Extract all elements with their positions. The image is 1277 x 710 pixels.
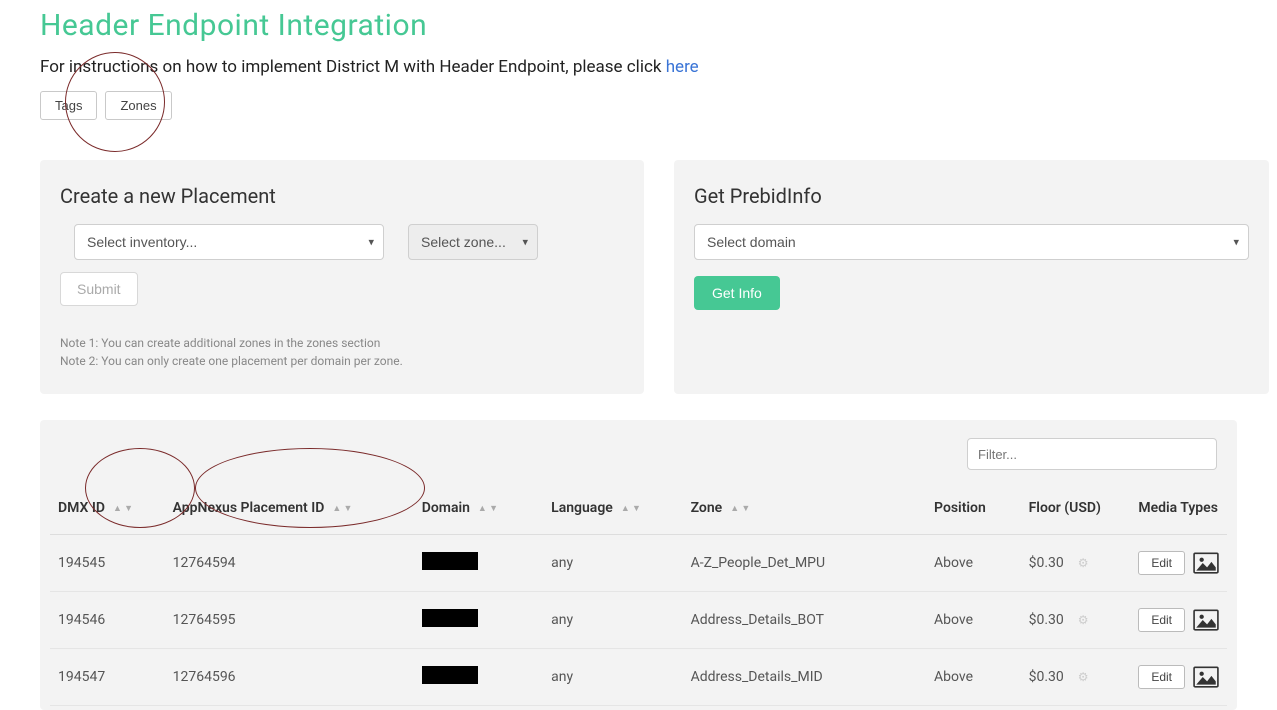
sort-icon[interactable]: ▲ ▼ — [113, 503, 133, 514]
sort-icon[interactable]: ▲ ▼ — [332, 503, 352, 514]
cell-dmx: 194546 — [50, 592, 165, 649]
select-domain[interactable]: Select domain — [694, 224, 1249, 260]
col-media-types: Media Types — [1130, 488, 1227, 535]
cell-zone: Address_Details_MID — [683, 649, 926, 706]
cell-floor: $0.30⚙ — [1021, 649, 1131, 706]
cell-zone: Address_Details_BOT — [683, 592, 926, 649]
select-zone[interactable]: Select zone... — [408, 224, 538, 260]
col-floor: Floor (USD) — [1021, 488, 1131, 535]
cell-dmx: 194545 — [50, 535, 165, 592]
cell-dmx: 194547 — [50, 649, 165, 706]
gear-icon[interactable]: ⚙ — [1078, 613, 1089, 627]
cell-language: any — [543, 535, 682, 592]
cell-position: Above — [926, 592, 1021, 649]
instruction-text: For instructions on how to implement Dis… — [40, 57, 1237, 77]
redacted-domain — [422, 552, 478, 570]
tab-tags[interactable]: Tags — [40, 91, 97, 120]
col-position: Position — [926, 488, 1021, 535]
placements-table: DMX ID▲ ▼ AppNexus Placement ID▲ ▼ Domai… — [50, 488, 1227, 706]
sort-icon[interactable]: ▲ ▼ — [478, 503, 498, 514]
cell-media-types: Edit — [1130, 649, 1227, 706]
cell-language: any — [543, 649, 682, 706]
cell-domain — [414, 592, 543, 649]
cell-appnexus: 12764594 — [165, 535, 414, 592]
note-2: Note 2: You can only create one placemen… — [60, 352, 624, 370]
tab-zones[interactable]: Zones — [105, 91, 171, 120]
select-inventory[interactable]: Select inventory... — [74, 224, 384, 260]
gear-icon[interactable]: ⚙ — [1078, 670, 1089, 684]
image-icon — [1193, 666, 1219, 688]
submit-button[interactable]: Submit — [60, 272, 138, 306]
prebid-panel: Get PrebidInfo Select domain Get Info — [674, 160, 1269, 394]
create-placement-title: Create a new Placement — [60, 184, 624, 208]
cell-floor: $0.30⚙ — [1021, 592, 1131, 649]
col-dmx-id: DMX ID▲ ▼ — [50, 488, 165, 535]
sort-icon[interactable]: ▲ ▼ — [621, 503, 641, 514]
image-icon — [1193, 609, 1219, 631]
col-appnexus: AppNexus Placement ID▲ ▼ — [165, 488, 414, 535]
instruction-link[interactable]: here — [666, 57, 699, 77]
table-row: 194545 12764594 any A-Z_People_Det_MPU A… — [50, 535, 1227, 592]
table-row: 194547 12764596 any Address_Details_MID … — [50, 649, 1227, 706]
cell-position: Above — [926, 649, 1021, 706]
table-row: 194546 12764595 any Address_Details_BOT … — [50, 592, 1227, 649]
edit-button[interactable]: Edit — [1138, 551, 1185, 575]
col-domain: Domain▲ ▼ — [414, 488, 543, 535]
image-icon — [1193, 552, 1219, 574]
note-1: Note 1: You can create additional zones … — [60, 334, 624, 352]
gear-icon[interactable]: ⚙ — [1078, 556, 1089, 570]
cell-domain — [414, 649, 543, 706]
sort-icon[interactable]: ▲ ▼ — [730, 503, 750, 514]
cell-appnexus: 12764596 — [165, 649, 414, 706]
get-info-button[interactable]: Get Info — [694, 276, 780, 310]
cell-floor: $0.30⚙ — [1021, 535, 1131, 592]
page-title: Header Endpoint Integration — [40, 8, 1237, 43]
cell-appnexus: 12764595 — [165, 592, 414, 649]
prebid-title: Get PrebidInfo — [694, 184, 1249, 208]
col-language: Language▲ ▼ — [543, 488, 682, 535]
cell-domain — [414, 535, 543, 592]
cell-media-types: Edit — [1130, 535, 1227, 592]
filter-input[interactable] — [967, 438, 1217, 470]
cell-language: any — [543, 592, 682, 649]
cell-zone: A-Z_People_Det_MPU — [683, 535, 926, 592]
placements-table-panel: DMX ID▲ ▼ AppNexus Placement ID▲ ▼ Domai… — [40, 420, 1237, 710]
create-placement-panel: Create a new Placement Select inventory.… — [40, 160, 644, 394]
col-zone: Zone▲ ▼ — [683, 488, 926, 535]
cell-media-types: Edit — [1130, 592, 1227, 649]
redacted-domain — [422, 666, 478, 684]
edit-button[interactable]: Edit — [1138, 665, 1185, 689]
cell-position: Above — [926, 535, 1021, 592]
